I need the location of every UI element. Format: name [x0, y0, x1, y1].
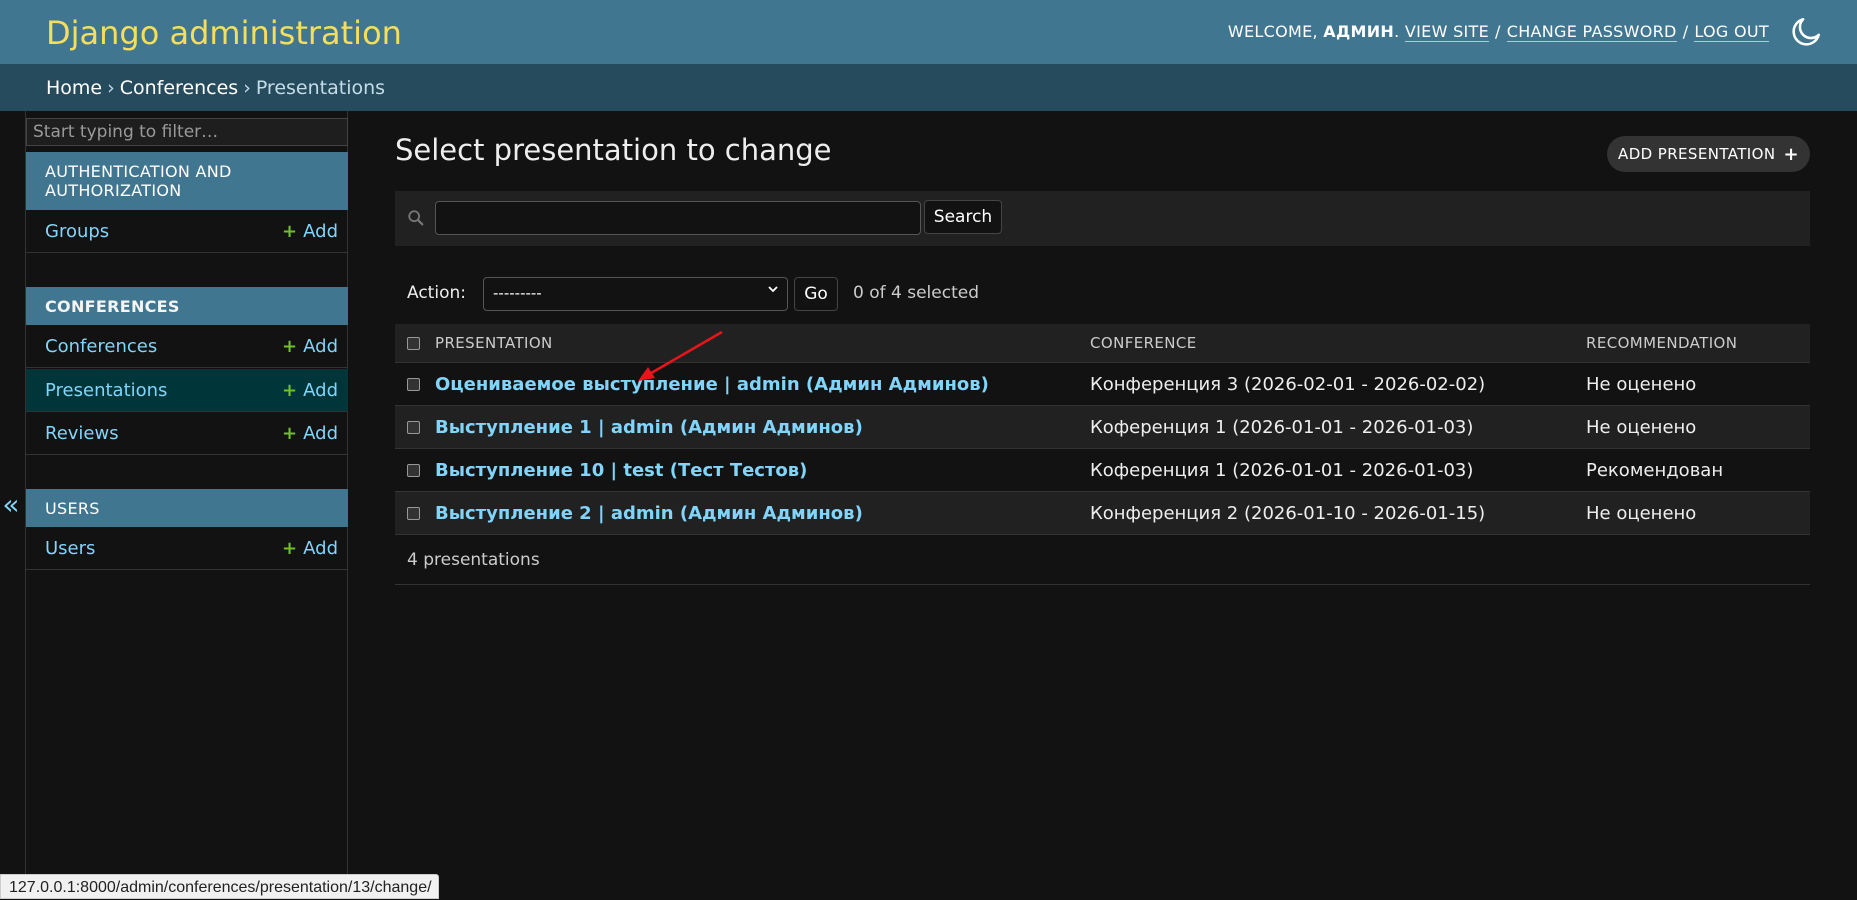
log-out-link[interactable]: LOG OUT — [1694, 22, 1769, 42]
conference-cell: Конференция 3 (2026-02-01 - 2026-02-02) — [1090, 362, 1586, 406]
moon-icon[interactable] — [1789, 15, 1823, 49]
add-users-link[interactable]: + Add — [282, 538, 338, 559]
action-select-value: --------- — [493, 284, 542, 302]
recommendation-cell: Не оценено — [1586, 491, 1810, 535]
app-caption-users[interactable]: USERS — [26, 489, 348, 527]
conference-cell: Коференция 1 (2026-01-01 - 2026-01-03) — [1090, 405, 1586, 449]
action-label: Action: — [407, 283, 466, 303]
sidebar-item-label[interactable]: Reviews — [45, 423, 119, 444]
search-button[interactable]: Search — [924, 200, 1002, 234]
nav-filter-input[interactable] — [26, 118, 348, 146]
select-all-checkbox[interactable] — [407, 336, 420, 350]
chevron-down-icon — [767, 283, 779, 299]
change-password-link[interactable]: CHANGE PASSWORD — [1506, 22, 1677, 42]
recommendation-cell: Рекомендован — [1586, 448, 1810, 492]
add-presentation-button[interactable]: ADD PRESENTATION + — [1607, 136, 1810, 172]
conference-cell: Коференция 1 (2026-01-01 - 2026-01-03) — [1090, 448, 1586, 492]
username: АДМИН — [1323, 22, 1395, 41]
plus-icon: + — [282, 422, 298, 444]
add-conferences-link[interactable]: + Add — [282, 336, 338, 357]
recommendation-cell: Не оценено — [1586, 362, 1810, 406]
search-icon — [408, 210, 424, 226]
sidebar-item-reviews: Reviews + Add — [26, 412, 348, 455]
row-checkbox[interactable] — [407, 463, 420, 477]
go-button[interactable]: Go — [794, 277, 838, 311]
plus-icon: + — [282, 537, 298, 559]
row-checkbox[interactable] — [407, 506, 420, 520]
select-all-header — [395, 324, 435, 363]
add-presentations-link[interactable]: + Add — [282, 380, 338, 401]
table-row: Оцениваемое выступление | admin (Админ А… — [395, 362, 1810, 406]
sidebar-item-groups: Groups + Add — [26, 210, 348, 253]
sidebar-item-conferences: Conferences + Add — [26, 325, 348, 368]
welcome-text: WELCOME, — [1227, 22, 1318, 41]
table-row: Выступление 2 | admin (Админ Админов) Ко… — [395, 491, 1810, 535]
table-row: Выступление 10 | test (Тест Тестов) Кофе… — [395, 448, 1810, 492]
plus-icon: + — [1783, 143, 1799, 165]
plus-icon: + — [282, 220, 298, 242]
app-caption-label: USERS — [45, 498, 100, 518]
column-header-presentation[interactable]: PRESENTATION — [435, 324, 1090, 363]
app-caption-auth[interactable]: AUTHENTICATION AND AUTHORIZATION — [26, 152, 348, 210]
app-caption-label: AUTHENTICATION AND AUTHORIZATION — [45, 162, 232, 200]
recommendation-cell: Не оценено — [1586, 405, 1810, 449]
breadcrumb-app[interactable]: Conferences — [120, 77, 238, 99]
nav-sidebar: AUTHENTICATION AND AUTHORIZATION Groups … — [25, 111, 348, 899]
sidebar-item-label[interactable]: Users — [45, 538, 95, 559]
conference-cell: Конференция 2 (2026-01-10 - 2026-01-15) — [1090, 491, 1586, 535]
breadcrumb-home[interactable]: Home — [46, 77, 102, 99]
add-reviews-link[interactable]: + Add — [282, 423, 338, 444]
row-checkbox[interactable] — [407, 377, 420, 391]
page-title: Select presentation to change — [395, 133, 832, 167]
search-input[interactable] — [435, 201, 921, 235]
presentation-link[interactable]: Выступление 10 | test (Тест Тестов) — [435, 460, 807, 481]
header: Django administration WELCOME, АДМИН. VI… — [0, 0, 1857, 64]
add-groups-link[interactable]: + Add — [282, 221, 338, 242]
row-checkbox[interactable] — [407, 420, 420, 434]
app-caption-label: CONFERENCES — [45, 296, 180, 316]
action-counter: 0 of 4 selected — [853, 283, 979, 303]
presentation-link[interactable]: Оцениваемое выступление | admin (Админ А… — [435, 374, 989, 395]
sidebar-item-users: Users + Add — [26, 527, 348, 570]
actions-bar: Action: --------- Go 0 of 4 selected — [395, 276, 1195, 312]
column-header-recommendation[interactable]: RECOMMENDATION — [1586, 324, 1810, 363]
status-bar-url: 127.0.0.1:8000/admin/conferences/present… — [0, 874, 439, 899]
presentation-link[interactable]: Выступление 2 | admin (Админ Админов) — [435, 503, 863, 524]
view-site-link[interactable]: VIEW SITE — [1404, 22, 1490, 42]
plus-icon: + — [282, 379, 298, 401]
sidebar-item-label[interactable]: Groups — [45, 221, 109, 242]
breadcrumb-current: Presentations — [255, 77, 386, 99]
search-toolbar: Search — [395, 191, 1810, 246]
paginator: 4 presentations — [395, 533, 1810, 585]
sidebar-item-label[interactable]: Conferences — [45, 336, 157, 357]
sidebar-item-presentations: Presentations + Add — [26, 369, 348, 412]
app-caption-conferences[interactable]: CONFERENCES — [26, 287, 348, 325]
site-name-link[interactable]: Django administration — [46, 14, 402, 52]
result-list-table: PRESENTATION CONFERENCE RECOMMENDATION О… — [395, 324, 1810, 535]
plus-icon: + — [282, 335, 298, 357]
sidebar-item-label[interactable]: Presentations — [45, 380, 167, 401]
action-select[interactable]: --------- — [483, 277, 788, 311]
presentation-link[interactable]: Выступление 1 | admin (Админ Админов) — [435, 417, 863, 438]
table-row: Выступление 1 | admin (Админ Админов) Ко… — [395, 405, 1810, 449]
column-header-conference[interactable]: CONFERENCE — [1090, 324, 1586, 363]
table-header-row: PRESENTATION CONFERENCE RECOMMENDATION — [395, 324, 1810, 363]
user-tools: WELCOME, АДМИН. VIEW SITE / CHANGE PASSWOR… — [1227, 22, 1769, 42]
toggle-nav-sidebar-button[interactable]: « — [0, 490, 22, 520]
breadcrumb: Home › Conferences › Presentations — [0, 64, 1857, 111]
